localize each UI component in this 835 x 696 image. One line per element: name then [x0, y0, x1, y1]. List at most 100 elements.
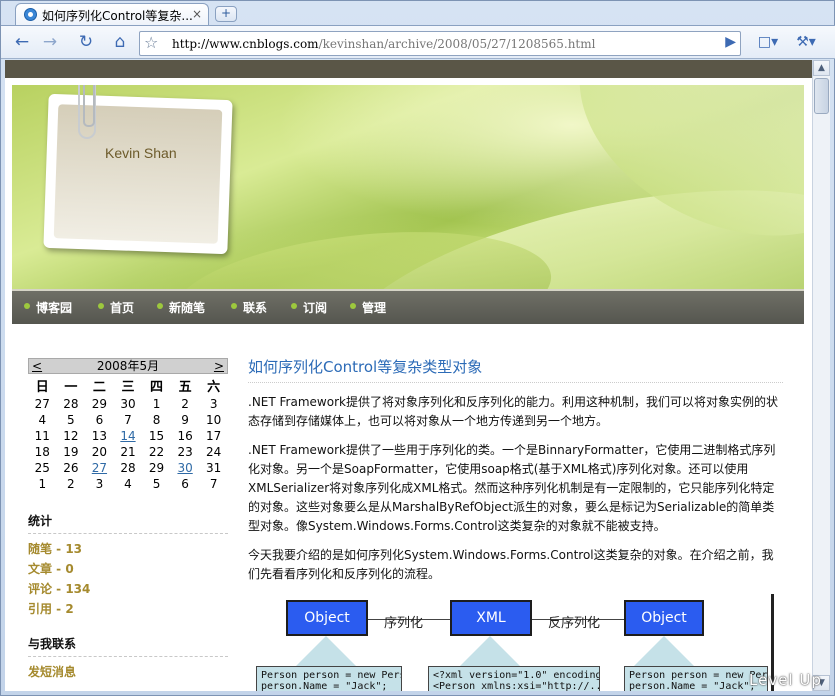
post-title[interactable]: 如何序列化Control等复杂类型对象 [248, 356, 783, 383]
calendar-weekday: 五 [178, 379, 192, 395]
calendar-day: 5 [67, 413, 75, 427]
calendar-day-link[interactable]: 27 [85, 460, 114, 476]
code-line: person.Name = "Jack"; [261, 681, 388, 691]
stat-comments[interactable]: 评论 - 134 [28, 580, 90, 597]
stats-heading: 统计 [28, 512, 228, 534]
stat-trackbacks[interactable]: 引用 - 2 [28, 600, 74, 617]
tab-title: 如何序列化Control等复杂... [42, 9, 193, 23]
code-line: <Person xmlns:xsi="http://... [433, 681, 600, 691]
nav-item-manage[interactable]: 管理 [350, 299, 386, 316]
calendar-day: 3 [95, 477, 104, 491]
star-icon[interactable]: ☆ [144, 33, 158, 52]
tab-close-icon[interactable]: × [192, 7, 202, 21]
calendar-day: 31 [206, 461, 222, 475]
stat-articles[interactable]: 文章 - 0 [28, 560, 74, 577]
calendar-weekday: 四 [150, 379, 164, 395]
calendar-day: 27 [34, 397, 50, 411]
nav-item-new-post[interactable]: 新随笔 [157, 299, 205, 316]
paperclip-icon [78, 85, 96, 139]
post-paragraph: .NET Framework提供了将对象序列化和反序列化的能力。利用这种机制，我… [248, 395, 778, 428]
calendar-day: 6 [181, 477, 189, 491]
nav-item-contact[interactable]: 联系 [231, 299, 267, 316]
diagram-code-callout: Person person = new Person(); person.Nam… [256, 666, 402, 691]
toolbar: ← → ↻ ⌂ ☆ http://www.cnblogs.com/kevinsh… [1, 25, 835, 59]
calendar-day: 12 [63, 429, 79, 443]
calendar-day: 18 [34, 445, 50, 459]
calendar-day: 28 [63, 397, 79, 411]
calendar-week: 18 19 20 21 22 23 24 [28, 444, 228, 460]
calendar-day: 13 [91, 429, 108, 443]
scroll-up-icon[interactable]: ▲ [813, 60, 830, 76]
diagram-code-callout: <?xml version="1.0" encoding="utf-8"?> <… [428, 666, 600, 691]
go-icon[interactable]: ▶ [725, 34, 736, 50]
send-message-link[interactable]: 发短消息 [28, 663, 76, 680]
page-menu-icon[interactable]: □▾ [751, 31, 785, 55]
calendar-day-link[interactable]: 30 [171, 460, 200, 476]
reload-icon[interactable]: ↻ [73, 31, 99, 55]
watermark: Level Up [749, 671, 822, 689]
scrollbar-thumb[interactable] [814, 78, 829, 114]
new-tab-button[interactable]: + [215, 6, 237, 22]
diagram-xml-box: XML [450, 600, 532, 636]
nav-item-home[interactable]: 首页 [98, 299, 134, 316]
title-note-card [43, 93, 233, 255]
calendar-day: 9 [181, 413, 189, 427]
diagram-callout-pointer [460, 636, 520, 666]
calendar-day: 16 [177, 429, 193, 443]
code-line: Person person = new Person() [629, 670, 768, 681]
site-top-bar [5, 60, 812, 78]
vertical-scrollbar[interactable]: ▲ ▼ [812, 60, 830, 691]
calendar-day: 25 [34, 461, 50, 475]
calendar: < 2008年5月 > 日一二三四五六 27 28 29 30 1 2 3 4 5 6 7 8 9 10 1… [28, 358, 228, 492]
url-path: /kevinshan/archive/2008/05/27/1208565.ht… [318, 37, 596, 51]
calendar-day: 6 [95, 413, 104, 427]
diagram-deserialize-label: 反序列化 [548, 616, 601, 631]
diagram-callout-pointer [296, 636, 356, 666]
calendar-day: 5 [152, 477, 161, 491]
calendar-day: 7 [209, 477, 218, 491]
calendar-day: 4 [38, 413, 47, 427]
code-line: <?xml version="1.0" encoding="utf-8"?> [433, 670, 599, 681]
calendar-day: 10 [206, 413, 222, 427]
calendar-month: 2008年5月 [96, 359, 160, 373]
site-banner: Kevin Shan [12, 85, 804, 289]
home-icon[interactable]: ⌂ [107, 31, 133, 55]
calendar-weekday: 日 [35, 379, 49, 395]
address-bar[interactable]: ☆ http://www.cnblogs.com/kevinshan/archi… [139, 31, 741, 56]
calendar-week: 27 28 29 30 1 2 3 [28, 396, 228, 412]
calendar-weekday: 二 [92, 379, 106, 395]
calendar-day: 11 [34, 429, 50, 443]
calendar-day: 19 [63, 445, 79, 459]
calendar-day: 17 [206, 429, 222, 443]
stat-posts[interactable]: 随笔 - 13 [28, 540, 82, 557]
nav-item-subscribe[interactable]: 订阅 [291, 299, 327, 316]
calendar-grid: 日一二三四五六 27 28 29 30 1 2 3 4 5 6 7 8 9 10 11 12 13 14 15 16 1… [28, 374, 228, 492]
calendar-weekday: 三 [121, 379, 135, 395]
calendar-day: 2 [67, 477, 75, 491]
wrench-icon[interactable]: ⚒▾ [789, 31, 823, 55]
forward-icon[interactable]: → [37, 31, 63, 55]
url-host: http://www.cnblogs.com [172, 37, 319, 51]
calendar-week: 1 2 3 4 5 6 7 [28, 476, 228, 492]
calendar-day: 23 [177, 445, 193, 459]
page-viewport: Kevin Shan 博客园 首页 新随笔 联系 订阅 管理 < 2008年5月… [5, 60, 812, 691]
calendar-day: 24 [206, 445, 222, 459]
calendar-prev-link[interactable]: < [32, 359, 42, 373]
calendar-day: 29 [148, 461, 165, 475]
back-icon[interactable]: ← [9, 31, 35, 55]
browser-window: 如何序列化Control等复杂... × + ← → ↻ ⌂ ☆ http://… [0, 0, 835, 696]
serialization-diagram: Object 序列化 XML 反序列化 Object Person person… [248, 591, 783, 691]
calendar-day: 1 [152, 397, 161, 411]
diagram-code-callout: Person person = new Person() person.Name… [624, 666, 768, 691]
calendar-week: 11 12 13 14 15 16 17 [28, 428, 228, 444]
nav-item-cnblogs[interactable]: 博客园 [24, 299, 72, 316]
calendar-day-link[interactable]: 14 [114, 428, 143, 444]
url-text: http://www.cnblogs.com/kevinshan/archive… [172, 37, 595, 51]
calendar-week: 4 5 6 7 8 9 10 [28, 412, 228, 428]
diagram-serialize-label: 序列化 [384, 616, 424, 631]
calendar-next-link[interactable]: > [214, 359, 224, 373]
calendar-header: < 2008年5月 > [28, 358, 228, 374]
site-title[interactable]: Kevin Shan [105, 145, 177, 161]
diagram-object-box: Object [624, 600, 704, 636]
tab-active[interactable]: 如何序列化Control等复杂... × [15, 3, 209, 25]
